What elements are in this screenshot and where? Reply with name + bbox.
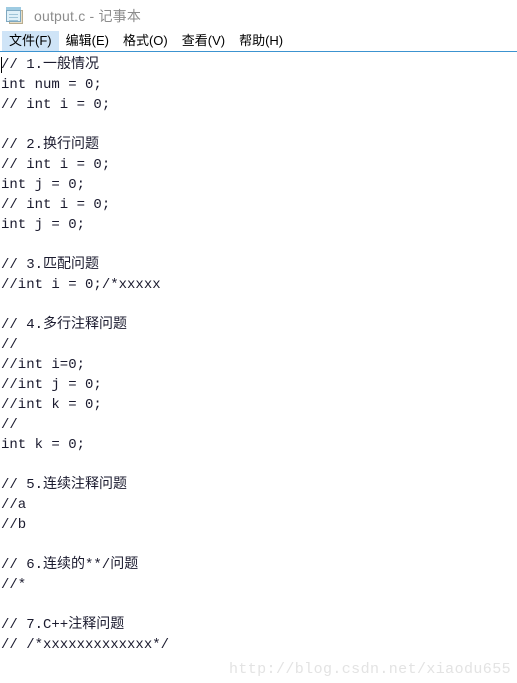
window-title: output.c - 记事本 bbox=[34, 7, 142, 24]
text-caret bbox=[1, 57, 2, 73]
code-line: //int i=0; bbox=[1, 357, 86, 373]
code-line: int j = 0; bbox=[1, 217, 86, 233]
code-line: //int i = 0;/*xxxxx bbox=[1, 277, 161, 293]
title-bar: output.c - 记事本 bbox=[0, 0, 517, 31]
code-line: int num = 0; bbox=[1, 77, 102, 93]
code-line: //a bbox=[1, 497, 27, 513]
text-editor-area[interactable]: // 1.一般情况 int num = 0; // int i = 0; // 2.… bbox=[0, 52, 517, 683]
code-line: int j = 0; bbox=[1, 177, 86, 193]
code-line: //b bbox=[1, 517, 27, 533]
menu-bar: 文件(F) 编辑(E) 格式(O) 查看(V) 帮助(H) bbox=[0, 31, 517, 52]
code-line: // /*xxxxxxxxxxxxx*/ bbox=[1, 637, 170, 653]
code-line: //* bbox=[1, 577, 27, 593]
code-line: //int j = 0; bbox=[1, 377, 102, 393]
code-line: // 6.连续的**/问题 bbox=[1, 557, 139, 573]
notepad-window: output.c - 记事本 文件(F) 编辑(E) 格式(O) 查看(V) 帮… bbox=[0, 0, 517, 683]
code-line: // 3.匹配问题 bbox=[1, 257, 100, 273]
code-line: // 1.一般情况 bbox=[1, 57, 100, 73]
code-line: int k = 0; bbox=[1, 437, 86, 453]
menu-item-format[interactable]: 格式(O) bbox=[116, 31, 175, 51]
code-line: //int k = 0; bbox=[1, 397, 102, 413]
menu-item-file[interactable]: 文件(F) bbox=[2, 31, 59, 51]
menu-item-help[interactable]: 帮助(H) bbox=[232, 31, 290, 51]
menu-item-edit[interactable]: 编辑(E) bbox=[59, 31, 116, 51]
code-line: // int i = 0; bbox=[1, 97, 111, 113]
menu-item-view[interactable]: 查看(V) bbox=[175, 31, 232, 51]
notepad-icon bbox=[6, 6, 26, 26]
code-line: // 4.多行注释问题 bbox=[1, 317, 128, 333]
code-line: // bbox=[1, 337, 18, 353]
code-line: // 2.换行问题 bbox=[1, 137, 100, 153]
code-line: // 7.C++注释问题 bbox=[1, 617, 125, 633]
code-line: // 5.连续注释问题 bbox=[1, 477, 128, 493]
code-line: // bbox=[1, 417, 18, 433]
watermark: http://blog.csdn.net/xiaodu655 bbox=[228, 661, 511, 678]
code-line: // int i = 0; bbox=[1, 157, 111, 173]
code-line: // int i = 0; bbox=[1, 197, 111, 213]
code-content[interactable]: // 1.一般情况 int num = 0; // int i = 0; // 2.… bbox=[1, 55, 517, 655]
